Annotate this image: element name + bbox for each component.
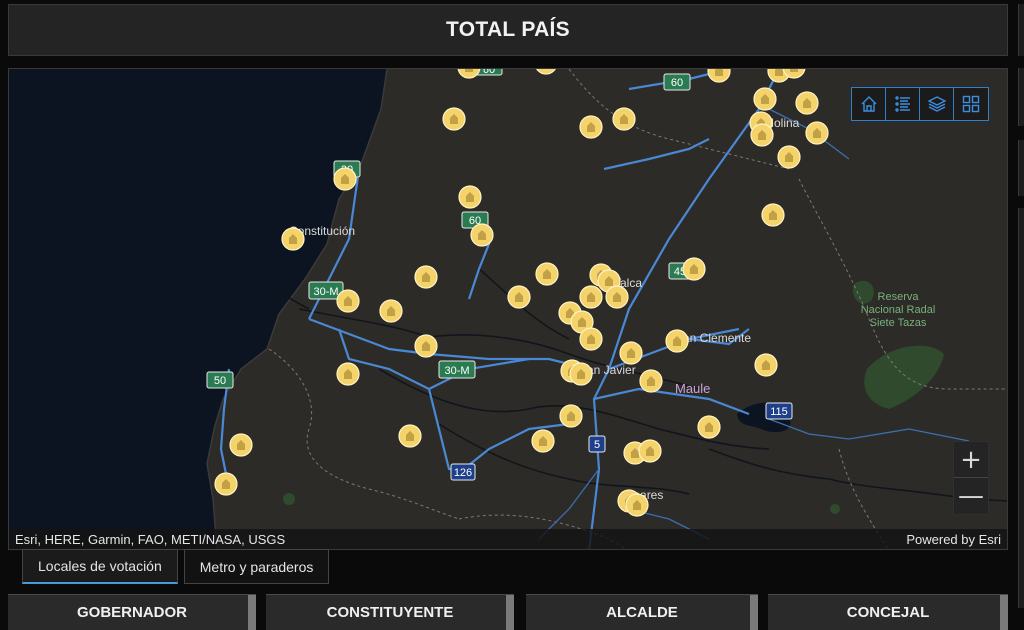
park-label: Reserva (878, 291, 920, 303)
app-root: TOTAL PAÍS 60 60 60 30-M 30-M 50 126 5 1… (0, 0, 1024, 630)
polling-place-marker-icon[interactable] (612, 107, 636, 131)
category-label: GOBERNADOR (76, 604, 187, 621)
zoom-control: + — (953, 441, 989, 515)
polling-place-marker-icon[interactable] (559, 404, 583, 428)
category-gobernador-button[interactable]: GOBERNADOR (8, 594, 256, 630)
park-label: Nacional Radal (861, 304, 936, 316)
polling-place-marker-icon[interactable] (229, 433, 253, 457)
route-shield: 5 (588, 435, 606, 453)
polling-place-marker-icon[interactable] (697, 415, 721, 439)
svg-text:30-M: 30-M (444, 365, 469, 377)
category-alcalde-button[interactable]: ALCALDE (526, 594, 758, 630)
polling-place-marker-icon[interactable] (605, 285, 629, 309)
scroll-indicator (506, 595, 514, 630)
polling-place-marker-icon[interactable] (214, 472, 238, 496)
category-constituyente-button[interactable]: CONSTITUYENTE (266, 594, 514, 630)
polling-place-marker-icon[interactable] (777, 145, 801, 169)
layer-tabs: Locales de votación Metro y paraderos (22, 549, 335, 584)
svg-text:5: 5 (594, 439, 600, 451)
svg-text:60: 60 (483, 69, 495, 76)
route-shield: 126 (450, 463, 476, 481)
tab-locales-de-votacion[interactable]: Locales de votación (22, 549, 178, 584)
polling-place-marker-icon[interactable] (535, 262, 559, 286)
category-label: CONCEJAL (846, 604, 930, 621)
polling-place-marker-icon[interactable] (750, 123, 774, 147)
map-attribution: Esri, HERE, Garmin, FAO, METI/NASA, USGS… (9, 529, 1007, 549)
svg-text:126: 126 (454, 467, 472, 479)
polling-place-marker-icon[interactable] (579, 285, 603, 309)
polling-place-marker-icon[interactable] (625, 493, 649, 517)
polling-place-marker-icon[interactable] (442, 107, 466, 131)
legend-list-icon[interactable] (886, 88, 920, 120)
side-panel-edge (1018, 4, 1024, 56)
route-shield: 115 (765, 402, 793, 420)
election-category-bar: GOBERNADOR CONSTITUYENTE ALCALDE CONCEJA… (8, 594, 1008, 630)
side-panel-edge (1018, 208, 1024, 608)
polling-place-marker-icon[interactable] (414, 334, 438, 358)
basemap[interactable]: 60 60 30 60 30-M 30-M 50 126 5 115 45 Co… (9, 69, 1008, 550)
park-label: Siete Tazas (870, 317, 927, 329)
powered-by-esri-link[interactable]: Powered by Esri (906, 532, 1001, 547)
polling-place-marker-icon[interactable] (333, 167, 357, 191)
svg-text:60: 60 (671, 77, 683, 89)
zoom-in-button[interactable]: + (954, 442, 988, 478)
category-concejal-button[interactable]: CONCEJAL (768, 594, 1008, 630)
polling-place-marker-icon[interactable] (336, 289, 360, 313)
route-shield: 30-M (438, 360, 476, 379)
polling-place-marker-icon[interactable] (579, 327, 603, 351)
svg-text:30-M: 30-M (313, 286, 338, 298)
map-view[interactable]: 60 60 30 60 30-M 30-M 50 126 5 115 45 Co… (8, 68, 1008, 550)
polling-place-marker-icon[interactable] (619, 341, 643, 365)
polling-place-marker-icon[interactable] (569, 362, 593, 386)
basemap-gallery-icon[interactable] (954, 88, 988, 120)
attribution-sources: Esri, HERE, Garmin, FAO, METI/NASA, USGS (15, 531, 286, 547)
polling-place-marker-icon[interactable] (398, 424, 422, 448)
page-title: TOTAL PAÍS (446, 18, 570, 41)
polling-place-marker-icon[interactable] (531, 429, 555, 453)
category-label: ALCALDE (606, 604, 678, 621)
polling-place-marker-icon[interactable] (507, 285, 531, 309)
scroll-indicator (1000, 595, 1008, 630)
scroll-indicator (248, 595, 256, 630)
route-shield: 60 (663, 73, 691, 91)
polling-place-marker-icon[interactable] (805, 121, 829, 145)
polling-place-marker-icon[interactable] (336, 362, 360, 386)
polling-place-marker-icon[interactable] (639, 369, 663, 393)
polling-place-marker-icon[interactable] (458, 185, 482, 209)
polling-place-marker-icon[interactable] (579, 115, 603, 139)
side-panel-edge (1018, 140, 1024, 196)
svg-text:115: 115 (770, 406, 788, 418)
polling-place-marker-icon[interactable] (665, 329, 689, 353)
polling-place-marker-icon[interactable] (682, 257, 706, 281)
polling-place-marker-icon[interactable] (754, 353, 778, 377)
category-label: CONSTITUYENTE (326, 604, 454, 621)
tab-metro-y-paraderos[interactable]: Metro y paraderos (183, 549, 330, 584)
map-toolbar (851, 87, 989, 121)
layers-icon[interactable] (920, 88, 954, 120)
polling-place-marker-icon[interactable] (414, 265, 438, 289)
polling-place-marker-icon[interactable] (761, 203, 785, 227)
zoom-out-button[interactable]: — (954, 478, 988, 514)
polling-place-marker-icon[interactable] (753, 87, 777, 111)
polling-place-marker-icon[interactable] (795, 91, 819, 115)
polling-place-marker-icon[interactable] (638, 439, 662, 463)
svg-text:50: 50 (214, 375, 226, 387)
title-bar: TOTAL PAÍS (8, 4, 1008, 56)
polling-place-marker-icon[interactable] (379, 299, 403, 323)
polling-place-marker-icon[interactable] (470, 223, 494, 247)
route-shield: 50 (206, 371, 234, 389)
place-label: Maule (675, 381, 710, 396)
home-icon[interactable] (852, 88, 886, 120)
polling-place-marker-icon[interactable] (281, 227, 305, 251)
side-panel-edge (1018, 68, 1024, 126)
scroll-indicator (750, 595, 758, 630)
